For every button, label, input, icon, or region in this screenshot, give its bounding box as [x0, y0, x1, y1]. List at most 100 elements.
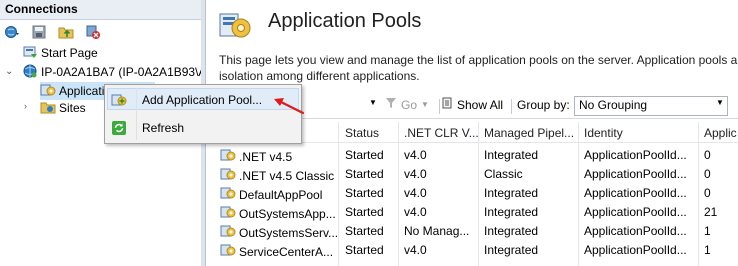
- app-pool-icon: [220, 186, 236, 204]
- disconnect-icon[interactable]: [84, 23, 102, 41]
- table-row[interactable]: OutSystemsServ... Started No Manag... Integ…: [218, 222, 738, 241]
- cell-clr-version: v4.0: [404, 205, 427, 219]
- chevron-right-icon[interactable]: ›: [24, 101, 27, 111]
- cell-managed-pipeline: Classic: [484, 167, 523, 181]
- cell-identity: ApplicationPoolId...: [584, 224, 687, 238]
- group-by-label: Group by:: [517, 98, 570, 112]
- tree-item-server[interactable]: IP-0A2A1BA7 (IP-0A2A1B93\A: [22, 63, 206, 81]
- show-all-icon: [442, 97, 454, 113]
- cell-managed-pipeline: Integrated: [484, 243, 539, 257]
- column-header-status[interactable]: Status: [345, 123, 379, 142]
- add-app-pool-icon: [111, 92, 127, 108]
- cell-managed-pipeline: Integrated: [484, 205, 539, 219]
- connections-title: Connections: [5, 2, 78, 16]
- tree-item-label: Start Page: [41, 46, 98, 60]
- go-label: Go: [401, 97, 418, 112]
- column-header-applications[interactable]: Applic: [704, 123, 737, 142]
- cell-identity: ApplicationPoolId...: [584, 205, 687, 219]
- menu-item-label: Add Application Pool...: [142, 93, 263, 107]
- cell-name: DefaultAppPool: [220, 186, 322, 204]
- tree-item-start-page[interactable]: Start Page: [22, 44, 98, 62]
- cell-status: Started: [345, 186, 384, 200]
- cell-applications: 1: [704, 224, 711, 238]
- page-title: Application Pools: [268, 10, 422, 32]
- app-pool-icon: [220, 224, 236, 242]
- cell-managed-pipeline: Integrated: [484, 186, 539, 200]
- description-line: isolation among different applications.: [219, 69, 420, 83]
- cell-applications: 0: [704, 167, 711, 181]
- menu-item-label: Refresh: [142, 121, 185, 135]
- cell-status: Started: [345, 205, 384, 219]
- cell-clr-version: v4.0: [404, 243, 427, 257]
- description-line: This page lets you view and manage the l…: [219, 53, 738, 67]
- app-pools-feature-icon: [218, 8, 252, 45]
- cell-status: Started: [345, 224, 384, 238]
- cell-applications: 0: [704, 148, 711, 162]
- cell-status: Started: [345, 167, 384, 181]
- column-header-managed-pipeline[interactable]: Managed Pipel...: [484, 123, 574, 142]
- tree-item-label: Sites: [59, 101, 86, 115]
- table-row[interactable]: DefaultAppPool Started v4.0 Integrated Appli…: [218, 184, 738, 203]
- cell-clr-version: v4.0: [404, 186, 427, 200]
- cell-clr-version: No Manag...: [404, 224, 470, 238]
- menu-item-refresh[interactable]: Refresh: [106, 116, 300, 140]
- cell-clr-version: v4.0: [404, 167, 427, 181]
- chevron-down-icon[interactable]: ▼: [716, 98, 724, 107]
- show-all-button[interactable]: Show All: [442, 97, 503, 113]
- cell-identity: ApplicationPoolId...: [584, 186, 687, 200]
- cell-managed-pipeline: Integrated: [484, 224, 539, 238]
- cell-status: Started: [345, 148, 384, 162]
- cell-name: .NET v4.5: [220, 148, 292, 166]
- server-icon: [22, 63, 38, 82]
- cell-name: .NET v4.5 Classic: [220, 167, 334, 185]
- app-pool-icon: [220, 148, 236, 166]
- column-header-clr-version[interactable]: .NET CLR V...: [404, 123, 479, 142]
- cell-identity: ApplicationPoolId...: [584, 167, 687, 181]
- show-all-label: Show All: [457, 98, 504, 112]
- tree-item-label: IP-0A2A1BA7 (IP-0A2A1B93\A: [41, 65, 207, 79]
- cell-identity: ApplicationPoolId...: [584, 148, 687, 162]
- app-pool-name: ServiceCenterA...: [239, 245, 334, 259]
- app-pool-icon: [220, 205, 236, 223]
- go-dropdown-arrow-icon: ▼: [421, 100, 429, 109]
- tree-item-sites[interactable]: Sites: [40, 99, 86, 117]
- sites-folder-icon: [40, 99, 56, 118]
- connections-toolbar: [0, 20, 201, 44]
- table-row[interactable]: .NET v4.5 Classic Started v4.0 Classic Appli…: [218, 165, 738, 184]
- app-pool-icon: [220, 243, 236, 261]
- toolbar-separator: [439, 99, 440, 114]
- toolbar-separator: [511, 99, 512, 114]
- cell-applications: 0: [704, 186, 711, 200]
- cell-identity: ApplicationPoolId...: [584, 243, 687, 257]
- cell-clr-version: v4.0: [404, 148, 427, 162]
- cell-name: OutSystemsApp...: [220, 205, 336, 223]
- app-pool-name: DefaultAppPool: [239, 188, 323, 202]
- column-header-identity[interactable]: Identity: [584, 123, 623, 142]
- connect-icon[interactable]: [3, 23, 21, 41]
- save-icon[interactable]: [30, 23, 48, 41]
- refresh-icon: [111, 120, 127, 136]
- table-row[interactable]: ServiceCenterA... Started v4.0 Integrated Ap…: [218, 241, 738, 260]
- folder-up-icon[interactable]: [57, 23, 75, 41]
- cell-applications: 1: [704, 243, 711, 257]
- annotation-arrow-icon: [270, 92, 306, 116]
- cell-applications: 21: [704, 205, 718, 219]
- app-pool-name: .NET v4.5: [239, 150, 293, 164]
- start-page-icon: [22, 44, 38, 63]
- table-row[interactable]: .NET v4.5 Started v4.0 Integrated Applicatio…: [218, 146, 738, 165]
- group-by-value: No Grouping: [579, 98, 648, 112]
- app-pool-icon: [220, 167, 236, 185]
- cell-status: Started: [345, 243, 384, 257]
- chevron-down-icon[interactable]: ⌄: [5, 66, 13, 77]
- table-row[interactable]: OutSystemsApp... Started v4.0 Integrated App…: [218, 203, 738, 222]
- page-description: This page lets you view and manage the l…: [219, 52, 738, 84]
- go-button[interactable]: Go ▼: [385, 97, 429, 112]
- app-pool-name: OutSystemsServ...: [239, 226, 339, 240]
- cell-name: OutSystemsServ...: [220, 224, 338, 242]
- cell-name: ServiceCenterA...: [220, 243, 333, 261]
- app-pool-name: .NET v4.5 Classic: [239, 169, 335, 183]
- filter-dropdown-arrow-icon[interactable]: ▼: [369, 98, 377, 107]
- funnel-icon: [385, 97, 397, 112]
- app-pool-name: OutSystemsApp...: [239, 207, 336, 221]
- cell-managed-pipeline: Integrated: [484, 148, 539, 162]
